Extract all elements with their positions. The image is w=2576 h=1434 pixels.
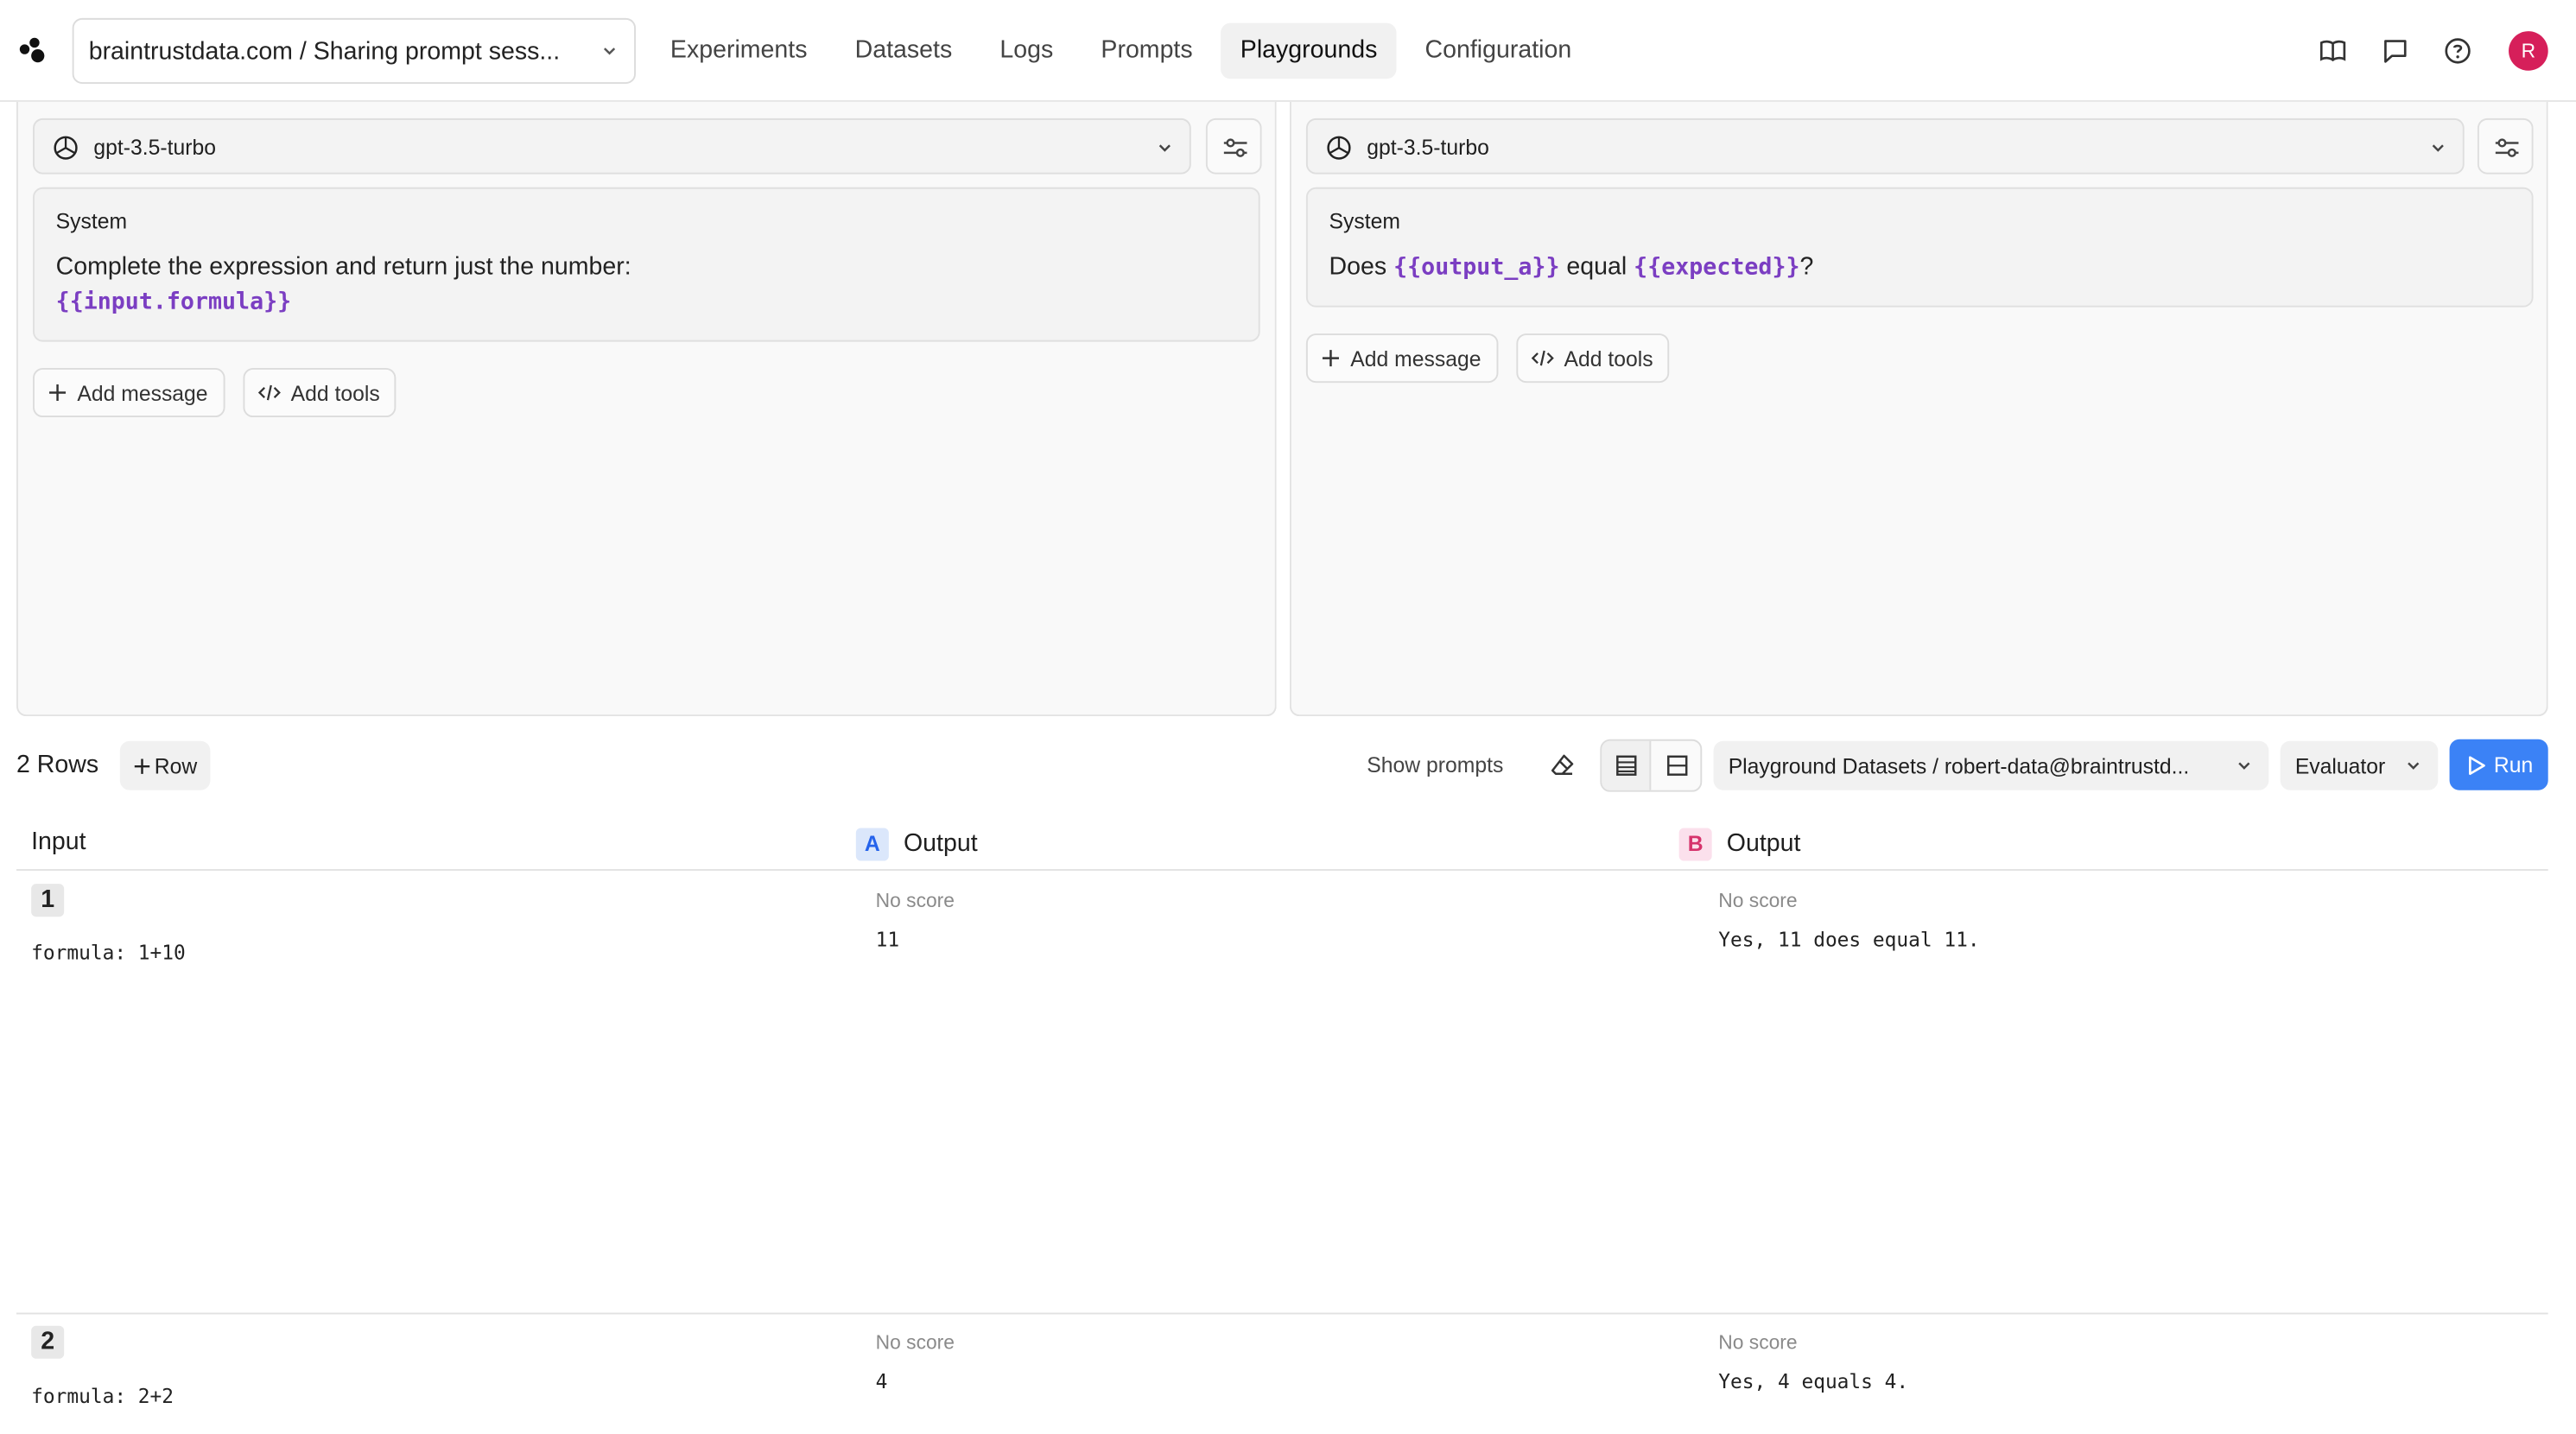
output-a-label: Output xyxy=(903,829,978,858)
add-message-button-b[interactable]: Add message xyxy=(1305,333,1498,384)
model-selector-b[interactable]: gpt-3.5-turbo xyxy=(1305,117,2465,174)
run-button[interactable]: Run xyxy=(2449,739,2548,790)
model-settings-button-b[interactable] xyxy=(2477,117,2534,174)
output-b-cell: Yes, 4 equals 4. xyxy=(1718,1370,1909,1393)
app-root: braintrustdata.com / Sharing prompt sess… xyxy=(0,0,2576,1434)
chevron-down-icon xyxy=(2432,144,2444,152)
top-header: braintrustdata.com / Sharing prompt sess… xyxy=(0,0,2576,102)
score-a: No score xyxy=(875,1330,955,1355)
row-number: 2 xyxy=(31,1325,65,1359)
model-selector-a[interactable]: gpt-3.5-turbo xyxy=(33,117,1191,174)
chat-icon[interactable] xyxy=(2381,36,2410,66)
prompt-mid: equal xyxy=(1566,252,1627,282)
input-cell: formula: 1+10 xyxy=(31,941,186,965)
evaluator-selector[interactable]: Evaluator xyxy=(2280,740,2439,790)
evaluator-label: Evaluator xyxy=(2294,752,2386,778)
help-icon[interactable] xyxy=(2443,36,2472,66)
column-header-output-a: A Output xyxy=(855,828,978,861)
add-message-button-a[interactable]: Add message xyxy=(33,368,225,418)
template-variable: {{output_a}} xyxy=(1393,254,1560,282)
eraser-icon[interactable] xyxy=(1549,752,1575,778)
model-name: gpt-3.5-turbo xyxy=(1367,133,1489,159)
prompt-prefix: Does xyxy=(1329,252,1387,282)
code-icon xyxy=(1531,350,1554,366)
nav-datasets[interactable]: Datasets xyxy=(835,23,972,79)
score-b: No score xyxy=(1718,888,1798,912)
score-a: No score xyxy=(875,888,955,912)
grid-layout-icon xyxy=(1667,755,1688,776)
nav-configuration[interactable]: Configuration xyxy=(1405,23,1591,79)
list-layout-icon xyxy=(1616,755,1637,776)
system-message-b[interactable]: System Does {{output_a}} equal {{expecte… xyxy=(1305,187,2534,308)
badge-b: B xyxy=(1678,828,1712,861)
template-variable: {{input.formula}} xyxy=(55,289,292,316)
user-avatar[interactable]: R xyxy=(2509,31,2548,71)
output-a-cell: 4 xyxy=(875,1370,888,1393)
add-row-button[interactable]: Row xyxy=(119,740,211,790)
add-tools-button-a[interactable]: Add tools xyxy=(243,368,397,418)
output-a-cell: 11 xyxy=(875,928,900,952)
system-role-label: System xyxy=(1329,208,1400,234)
add-message-label: Add message xyxy=(77,380,208,405)
sliders-icon xyxy=(1223,138,1247,157)
play-icon xyxy=(2469,755,2485,775)
chevron-down-icon xyxy=(2408,762,2420,770)
output-b-label: Output xyxy=(1726,829,1801,858)
table-row[interactable]: 1 formula: 1+10 No score 11 No score Yes… xyxy=(16,871,2548,1313)
add-message-label: Add message xyxy=(1350,346,1482,371)
layout-toggle xyxy=(1600,739,1703,792)
system-prompt-text: Does {{output_a}} equal {{expected}}? xyxy=(1329,250,2510,286)
braintrust-logo[interactable] xyxy=(19,37,46,64)
prompt-panel-b: gpt-3.5-turbo System Does {{output_a}} e… xyxy=(1289,101,2548,717)
openai-icon xyxy=(1327,136,1351,160)
main-nav: Experiments Datasets Logs Prompts Playgr… xyxy=(650,22,1599,79)
system-message-a[interactable]: System Complete the expression and retur… xyxy=(33,187,1260,342)
output-b-cell: Yes, 11 does equal 11. xyxy=(1718,928,1980,952)
project-name: braintrustdata.com / Sharing prompt sess… xyxy=(88,36,561,66)
column-header-input: Input xyxy=(31,828,86,856)
input-cell: formula: 2+2 xyxy=(31,1385,174,1408)
plus-icon xyxy=(134,758,150,773)
dataset-selector[interactable]: Playground Datasets / robert-data@braint… xyxy=(1713,740,2269,790)
model-settings-button-a[interactable] xyxy=(1205,117,1262,174)
chevron-down-icon xyxy=(1158,144,1171,152)
openai-icon xyxy=(54,136,78,160)
nav-logs[interactable]: Logs xyxy=(980,23,1074,79)
plus-icon xyxy=(49,384,67,402)
system-role-label: System xyxy=(55,208,128,234)
template-variable: {{expected}} xyxy=(1634,254,1800,282)
show-prompts-toggle[interactable]: Show prompts xyxy=(1367,752,1503,777)
add-tools-label: Add tools xyxy=(1564,346,1653,371)
column-header-output-b: B Output xyxy=(1678,828,1801,861)
list-layout-button[interactable] xyxy=(1602,740,1652,790)
add-tools-label: Add tools xyxy=(290,380,380,405)
prompt-panel-a: gpt-3.5-turbo System Complete the expres… xyxy=(16,101,1277,717)
add-tools-button-b[interactable]: Add tools xyxy=(1516,333,1670,384)
row-number: 1 xyxy=(31,884,65,917)
sliders-icon xyxy=(2495,138,2519,157)
system-prompt-text: Complete the expression and return just … xyxy=(55,252,631,282)
dataset-name: Playground Datasets / robert-data@braint… xyxy=(1728,752,2190,778)
prompt-suffix: ? xyxy=(1799,252,1814,282)
model-name: gpt-3.5-turbo xyxy=(93,133,216,159)
table-row[interactable]: 2 formula: 2+2 No score 4 No score Yes, … xyxy=(16,1314,2548,1434)
add-row-label: Row xyxy=(154,752,198,778)
score-b: No score xyxy=(1718,1330,1798,1355)
plus-icon xyxy=(1322,350,1339,367)
code-icon xyxy=(257,384,281,401)
chevron-down-icon xyxy=(603,48,616,55)
grid-layout-button[interactable] xyxy=(1653,741,1700,790)
badge-a: A xyxy=(855,828,889,861)
book-icon[interactable] xyxy=(2318,36,2347,66)
nav-experiments[interactable]: Experiments xyxy=(650,23,827,79)
rows-count: 2 Rows xyxy=(16,751,99,779)
nav-playgrounds[interactable]: Playgrounds xyxy=(1220,22,1398,79)
chevron-down-icon xyxy=(2238,762,2250,770)
project-selector[interactable]: braintrustdata.com / Sharing prompt sess… xyxy=(72,17,636,84)
run-label: Run xyxy=(2493,752,2534,777)
nav-prompts[interactable]: Prompts xyxy=(1082,23,1213,79)
